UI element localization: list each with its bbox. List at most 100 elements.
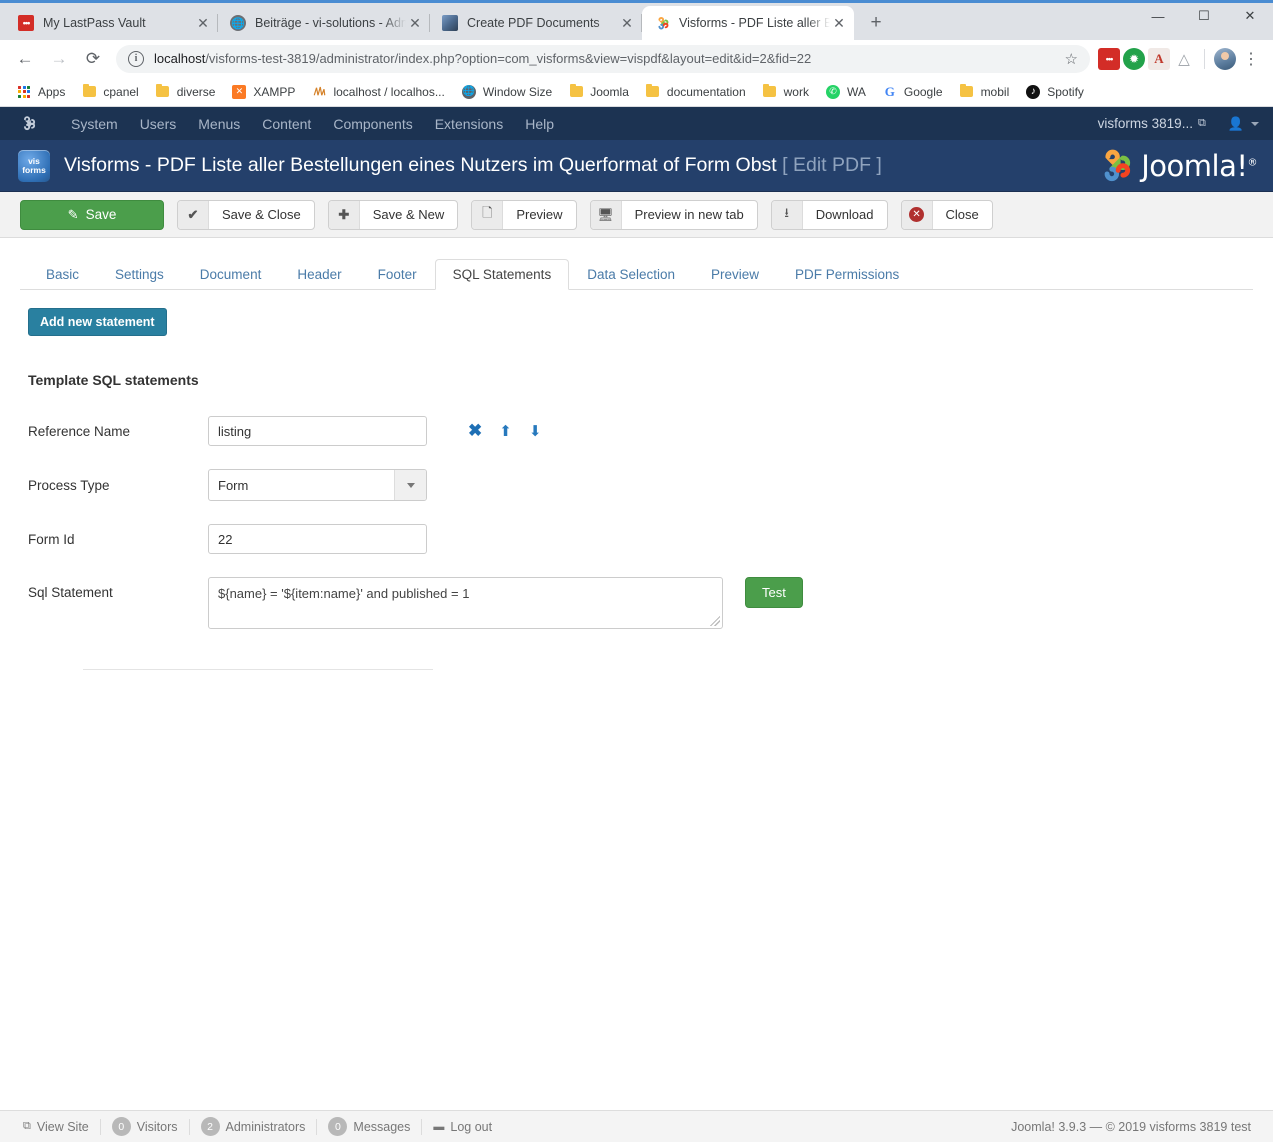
- tab-document[interactable]: Document: [182, 259, 280, 290]
- content-tabs: Basic Settings Document Header Footer SQ…: [20, 256, 1253, 290]
- site-name-label[interactable]: visforms 3819...: [1098, 116, 1193, 131]
- avatar-icon[interactable]: [1214, 48, 1236, 70]
- menu-item-extensions[interactable]: Extensions: [424, 116, 514, 132]
- bookmark-diverse[interactable]: diverse: [147, 81, 224, 103]
- joomla-brand-text: Joomla!: [1141, 149, 1247, 183]
- administrators-status[interactable]: 2 Administrators: [190, 1117, 317, 1136]
- close-icon[interactable]: ✕: [406, 14, 424, 32]
- bookmark-work[interactable]: work: [754, 81, 817, 103]
- menu-item-system[interactable]: System: [60, 116, 129, 132]
- xampp-icon: ✕: [231, 84, 247, 100]
- browser-tab-1[interactable]: ••• My LastPass Vault ✕: [6, 6, 218, 40]
- close-icon[interactable]: ✕: [618, 14, 636, 32]
- tab-preview[interactable]: Preview: [693, 259, 777, 290]
- bookmark-label: cpanel: [103, 85, 138, 99]
- bookmark-spotify[interactable]: ♪ Spotify: [1017, 81, 1092, 103]
- external-link-icon[interactable]: ⧉: [1198, 117, 1206, 130]
- preview-in-new-tab-button[interactable]: 🖥 Preview in new tab: [590, 200, 758, 230]
- bookmark-mobil[interactable]: mobil: [951, 81, 1018, 103]
- save-and-new-label: Save & New: [360, 207, 458, 222]
- process-type-select[interactable]: Form: [208, 469, 427, 501]
- bookmark-apps[interactable]: Apps: [8, 81, 73, 103]
- logout-link[interactable]: ▬ Log out: [422, 1120, 503, 1134]
- bug-extension-icon[interactable]: ✹: [1123, 48, 1145, 70]
- kebab-menu-icon[interactable]: ⋮: [1239, 49, 1265, 69]
- visitors-status[interactable]: 0 Visitors: [101, 1117, 189, 1136]
- tab-basic[interactable]: Basic: [28, 259, 97, 290]
- view-site-link[interactable]: ⧉ View Site: [12, 1120, 100, 1134]
- tab-settings[interactable]: Settings: [97, 259, 182, 290]
- save-icon: ✎: [68, 201, 79, 229]
- close-button[interactable]: ✕ Close: [901, 200, 993, 230]
- save-and-close-button[interactable]: ✔ Save & Close: [177, 200, 315, 230]
- delete-icon[interactable]: ✖: [468, 421, 482, 441]
- save-and-new-button[interactable]: ✚ Save & New: [328, 200, 459, 230]
- resize-grip-icon[interactable]: [710, 616, 720, 626]
- process-type-label: Process Type: [28, 478, 208, 493]
- menu-item-users[interactable]: Users: [129, 116, 188, 132]
- move-down-icon[interactable]: ⬇: [529, 422, 542, 440]
- browser-tab-4[interactable]: Visforms - PDF Liste aller Bestellu ✕: [642, 6, 854, 40]
- adobe-pdf-extension-icon[interactable]: A: [1148, 48, 1170, 70]
- tab-data-selection[interactable]: Data Selection: [569, 259, 693, 290]
- drive-extension-icon[interactable]: △: [1173, 48, 1195, 70]
- sql-statement-textarea[interactable]: ${name} = '${item:name}' and published =…: [208, 577, 723, 629]
- menu-item-components[interactable]: Components: [322, 116, 423, 132]
- preview-button[interactable]: 🗋 Preview: [471, 200, 576, 230]
- globe-icon: 🌐: [461, 84, 477, 100]
- url-host: localhost: [154, 51, 205, 66]
- user-icon[interactable]: 👤: [1228, 116, 1244, 132]
- lastpass-extension-icon[interactable]: •••: [1098, 48, 1120, 70]
- spotify-icon: ♪: [1025, 84, 1041, 100]
- forward-icon[interactable]: →: [45, 45, 73, 73]
- menu-item-menus[interactable]: Menus: [187, 116, 251, 132]
- bookmark-star-icon[interactable]: ☆: [1055, 50, 1078, 68]
- bookmark-documentation[interactable]: documentation: [637, 81, 754, 103]
- save-button[interactable]: ✎ Save: [20, 200, 164, 230]
- document-icon: 🗋: [472, 201, 503, 229]
- new-tab-button[interactable]: +: [862, 9, 890, 37]
- add-new-statement-button[interactable]: Add new statement: [28, 308, 167, 336]
- joomla-brand: Joomla!®: [1096, 147, 1257, 185]
- test-button[interactable]: Test: [745, 577, 803, 608]
- image-icon: [442, 15, 458, 31]
- chevron-down-icon[interactable]: [394, 470, 426, 500]
- bookmark-joomla[interactable]: Joomla: [560, 81, 637, 103]
- tab-footer[interactable]: Footer: [360, 259, 435, 290]
- minimize-icon[interactable]: —: [1135, 0, 1181, 32]
- maximize-icon[interactable]: ☐: [1181, 0, 1227, 32]
- menu-item-content[interactable]: Content: [251, 116, 322, 132]
- menu-item-help[interactable]: Help: [514, 116, 565, 132]
- info-icon[interactable]: i: [128, 51, 144, 67]
- tab-pdf-permissions[interactable]: PDF Permissions: [777, 259, 917, 290]
- reference-name-input[interactable]: listing: [208, 416, 427, 446]
- bookmark-cpanel[interactable]: cpanel: [73, 81, 146, 103]
- joomla-logo-icon[interactable]: [18, 114, 38, 134]
- tab-sql-statements[interactable]: SQL Statements: [435, 259, 570, 290]
- chevron-down-icon[interactable]: [1251, 122, 1259, 126]
- browser-tab-3[interactable]: Create PDF Documents ✕: [430, 6, 642, 40]
- messages-status[interactable]: 0 Messages: [317, 1117, 421, 1136]
- tab-header[interactable]: Header: [279, 259, 359, 290]
- back-icon[interactable]: ←: [11, 45, 39, 73]
- move-up-icon[interactable]: ⬆: [499, 422, 512, 440]
- monitor-icon: 🖥: [591, 201, 622, 229]
- address-bar[interactable]: i localhost/visforms-test-3819/administr…: [116, 45, 1090, 73]
- bookmark-google[interactable]: G Google: [874, 81, 951, 103]
- reload-icon[interactable]: ⟳: [79, 45, 107, 73]
- window-close-icon[interactable]: ✕: [1227, 0, 1273, 32]
- bookmark-wa[interactable]: ✆ WA: [817, 81, 874, 103]
- bookmark-xampp[interactable]: ✕ XAMPP: [223, 81, 303, 103]
- bookmark-window-size[interactable]: 🌐 Window Size: [453, 81, 560, 103]
- joomla-icon: [654, 15, 670, 31]
- close-icon[interactable]: ✕: [830, 14, 848, 32]
- google-icon: G: [882, 84, 898, 100]
- close-icon[interactable]: ✕: [194, 14, 212, 32]
- download-button[interactable]: ⭳ Download: [771, 200, 888, 230]
- download-label: Download: [803, 207, 887, 222]
- page-header: vis forms Visforms - PDF Liste aller Bes…: [0, 140, 1273, 192]
- bookmark-localhost[interactable]: localhost / localhos...: [303, 81, 452, 103]
- browser-tab-2[interactable]: 🌐 Beiträge - vi-solutions - Administ ✕: [218, 6, 430, 40]
- save-and-close-label: Save & Close: [209, 207, 314, 222]
- form-id-input[interactable]: 22: [208, 524, 427, 554]
